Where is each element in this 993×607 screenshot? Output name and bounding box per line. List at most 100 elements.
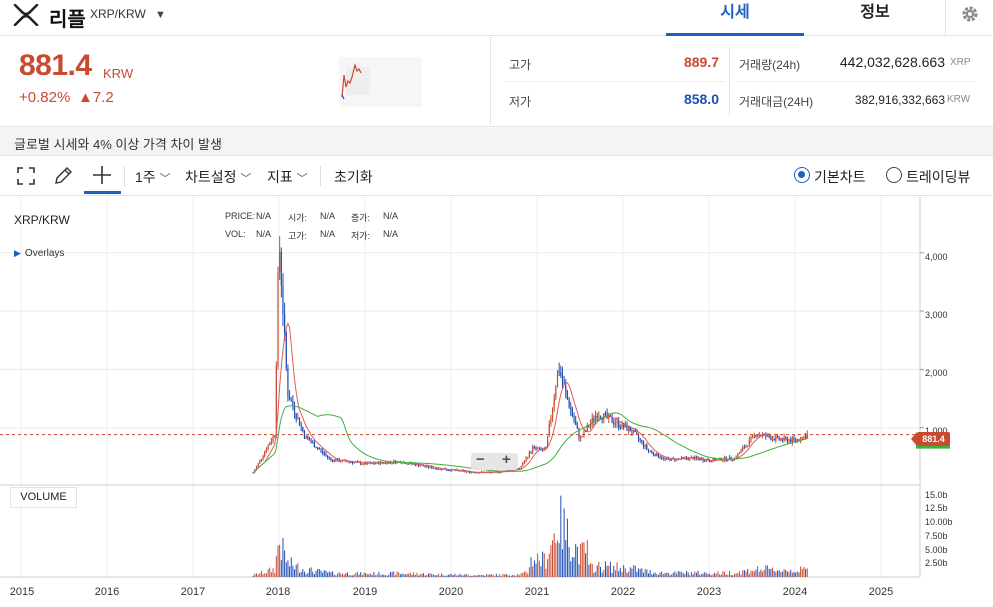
candle-body xyxy=(704,460,706,462)
volume-bar xyxy=(614,570,616,577)
volume-bar xyxy=(302,569,304,577)
candle-body xyxy=(699,458,701,461)
price-chart[interactable]: XRP/KRW ▶ Overlays PRICE: N/A 시가: N/A 증가:… xyxy=(0,197,993,607)
volume-bar xyxy=(353,574,355,577)
volume-bar xyxy=(337,573,339,577)
notice-text: 글로벌 시세와 4% 이상 가격 차이 발생 xyxy=(14,137,222,152)
candle-body xyxy=(535,446,537,449)
zoom-out-button[interactable]: − xyxy=(476,451,485,468)
volume-bar xyxy=(504,574,506,577)
volume-bar xyxy=(783,569,785,577)
tradingview-label[interactable]: 트레이딩뷰 xyxy=(906,167,970,187)
volume-bar xyxy=(375,575,377,577)
volume-bar xyxy=(717,571,719,577)
candle-body xyxy=(743,447,745,449)
volume-bar xyxy=(423,573,425,577)
indicators-menu[interactable]: 지표 ﹀ xyxy=(267,167,308,187)
volume-bar xyxy=(624,568,626,577)
volume-bar xyxy=(700,573,702,577)
volume-bar xyxy=(793,571,795,577)
volume-bar xyxy=(616,562,618,577)
volume-bar xyxy=(753,571,755,577)
chart-settings-menu[interactable]: 차트설정 ﹀ xyxy=(185,167,251,187)
volume-bar xyxy=(380,575,382,577)
volume-bar xyxy=(724,571,726,577)
candle-body xyxy=(748,439,750,446)
volume-bar xyxy=(576,546,578,577)
candle-body xyxy=(636,431,638,435)
trade-value-label: 거래대금(24H) xyxy=(739,95,814,109)
candle-body xyxy=(465,471,468,473)
volume-tick-label: 5.00b xyxy=(925,545,948,555)
current-price: 881.4 xyxy=(19,49,92,82)
candle-body xyxy=(406,463,408,465)
candle-body xyxy=(773,438,775,441)
candle-body xyxy=(750,436,752,440)
candle-body xyxy=(272,435,274,441)
chart-canvas[interactable] xyxy=(0,197,993,607)
volume-bar xyxy=(270,572,272,577)
pair-dropdown-caret-icon[interactable]: ▼ xyxy=(155,9,166,21)
candle-body xyxy=(780,439,782,441)
candle-body xyxy=(522,463,524,467)
period-select[interactable]: 1주 ﹀ xyxy=(135,167,171,187)
volume-bar xyxy=(692,574,694,577)
candle-body xyxy=(532,446,534,453)
chart-pair-label: XRP/KRW xyxy=(14,213,70,227)
volume-bar xyxy=(432,574,434,577)
volume-bar xyxy=(332,571,334,577)
legend-vol-value: N/A xyxy=(256,229,272,239)
volume-bar xyxy=(704,572,706,577)
tab-info[interactable]: 정보 xyxy=(805,0,945,36)
basic-chart-radio[interactable] xyxy=(794,167,810,183)
volume-bar xyxy=(512,574,514,577)
volume-bar xyxy=(472,575,474,577)
volume-bar xyxy=(495,573,497,577)
candle-body xyxy=(274,435,276,437)
volume-bar xyxy=(609,561,611,577)
volume-bar xyxy=(652,573,654,577)
tradingview-radio[interactable] xyxy=(886,167,902,183)
volume-bar xyxy=(480,574,482,577)
volume-bar xyxy=(428,573,430,577)
volume-bar xyxy=(595,571,597,577)
candle-body xyxy=(287,368,289,397)
volume-bar xyxy=(641,568,643,577)
volume-bar xyxy=(333,574,335,577)
candle-body xyxy=(421,465,423,467)
crosshair-icon[interactable] xyxy=(92,165,112,185)
volume-bar xyxy=(752,571,754,577)
tab-price[interactable]: 시세 xyxy=(666,0,804,36)
volume-tick-label: 12.5b xyxy=(925,503,948,513)
settings-button[interactable] xyxy=(945,0,993,36)
volume-bar xyxy=(356,571,358,577)
volume-bar xyxy=(709,573,711,577)
volume-bar xyxy=(393,571,395,577)
basic-chart-label[interactable]: 기본차트 xyxy=(814,167,866,187)
zoom-in-button[interactable]: + xyxy=(502,451,511,468)
candle-body xyxy=(558,371,560,373)
candle-body xyxy=(583,430,585,437)
candle-body xyxy=(293,406,296,414)
candle-body xyxy=(576,424,578,429)
volume-bar xyxy=(471,575,473,577)
volume-bar xyxy=(310,567,312,577)
candle-body xyxy=(575,420,577,425)
overlays-toggle[interactable]: ▶ Overlays xyxy=(14,248,64,259)
fullscreen-icon[interactable] xyxy=(17,167,35,185)
volume-unit: XRP xyxy=(950,57,971,68)
divider xyxy=(490,37,491,125)
draw-pencil-icon[interactable] xyxy=(53,166,73,186)
volume-bar xyxy=(545,568,547,577)
volume-bar xyxy=(591,563,593,577)
volume-bar xyxy=(421,573,423,577)
volume-bar xyxy=(568,547,570,577)
volume-bar xyxy=(305,573,307,577)
candle-body xyxy=(472,472,474,474)
volume-bar xyxy=(669,575,671,577)
reset-button[interactable]: 초기화 xyxy=(334,167,373,187)
candle-body xyxy=(616,420,618,424)
price-sparkline xyxy=(339,57,422,107)
volume-bar xyxy=(419,574,421,577)
volume-panel-label[interactable]: VOLUME xyxy=(10,487,77,508)
